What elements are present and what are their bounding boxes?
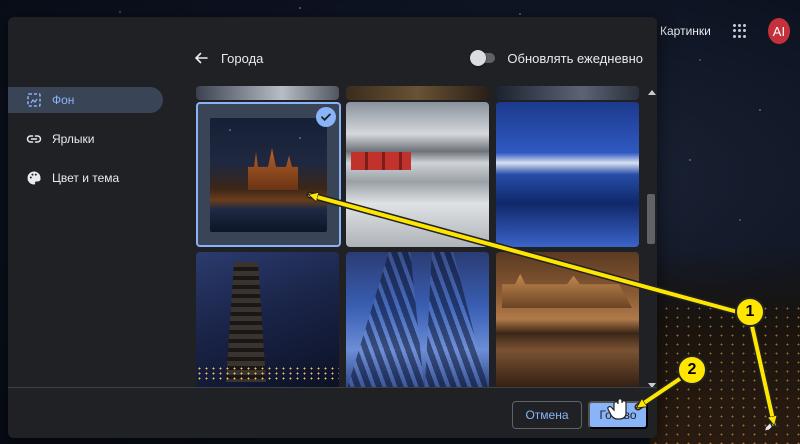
tile-thumbnail <box>210 118 327 232</box>
annotation-badge-1: 1 <box>735 297 765 327</box>
scroll-up-icon[interactable] <box>648 90 656 95</box>
sidebar: Фон Ярлыки Цвет и тема <box>8 87 173 204</box>
image-tile[interactable] <box>346 252 489 387</box>
palette-icon <box>27 171 41 185</box>
account-avatar[interactable]: AI <box>767 18 790 44</box>
cancel-button[interactable]: Отмена <box>512 401 582 429</box>
image-tile[interactable] <box>346 86 489 100</box>
scroll-thumb[interactable] <box>647 194 655 244</box>
toggle-label: Обновлять ежедневно <box>507 50 643 66</box>
image-tile[interactable] <box>196 86 339 100</box>
back-arrow-icon[interactable] <box>193 50 209 66</box>
toggle-switch[interactable] <box>470 50 496 66</box>
checkmark-icon <box>316 107 336 127</box>
done-button[interactable]: Готово <box>588 401 648 429</box>
sidebar-item-shortcuts[interactable]: Ярлыки <box>8 126 173 152</box>
dialog-header: Города Обновлять ежедневно <box>193 47 643 69</box>
apps-grid-icon[interactable] <box>732 24 746 38</box>
customize-dialog: Фон Ярлыки Цвет и тема Города Обновлять … <box>8 17 657 438</box>
pencil-icon[interactable] <box>762 418 778 434</box>
sidebar-item-label: Ярлыки <box>52 132 95 146</box>
sidebar-item-background[interactable]: Фон <box>8 87 163 113</box>
image-tile[interactable] <box>346 102 489 247</box>
image-tile-selected[interactable] <box>196 102 341 247</box>
sidebar-item-label: Фон <box>52 93 75 107</box>
image-tile[interactable] <box>496 252 639 387</box>
image-tile[interactable] <box>196 252 339 387</box>
image-gallery <box>196 86 641 387</box>
image-tile[interactable] <box>496 86 639 100</box>
gallery-scrollbar[interactable] <box>646 86 656 388</box>
background-city-lights <box>650 244 800 444</box>
sidebar-item-color-theme[interactable]: Цвет и тема <box>8 165 173 191</box>
top-bar: Картинки AI <box>660 16 790 46</box>
background-icon <box>27 93 41 107</box>
image-tile[interactable] <box>496 102 639 247</box>
images-link[interactable]: Картинки <box>660 24 711 38</box>
annotation-badge-2: 2 <box>677 355 707 385</box>
footer-divider <box>8 387 657 388</box>
collection-title: Города <box>221 50 264 66</box>
sidebar-item-label: Цвет и тема <box>52 171 120 185</box>
daily-refresh-toggle[interactable]: Обновлять ежедневно <box>470 50 643 66</box>
link-icon <box>26 135 42 143</box>
castle-shape <box>248 148 298 190</box>
